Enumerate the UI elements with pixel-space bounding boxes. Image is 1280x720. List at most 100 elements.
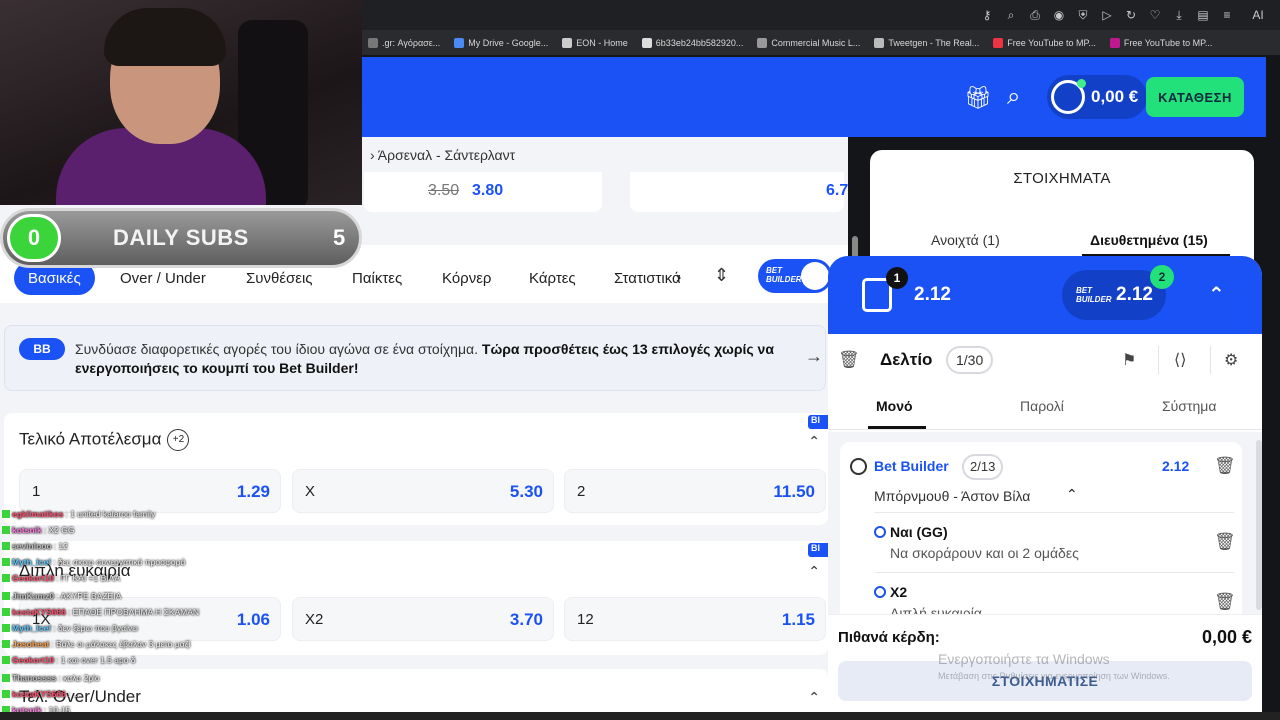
tab-settled-bets[interactable]: Διευθετημένα (15) (1090, 232, 1208, 248)
chat-user: Thanossss (12, 673, 57, 683)
scrollbar[interactable] (1256, 440, 1262, 610)
trash-icon[interactable]: 🗑︎ (1214, 456, 1236, 476)
place-bet-button[interactable]: ΣΤΟΙΧΗΜΑΤΙΣΕ (838, 661, 1252, 701)
chat-text: : δες σκοιρ συνεργατικά προσφορά (53, 557, 186, 567)
bookmark-item[interactable]: .gr: Αγόρασε... (368, 37, 440, 48)
badge-icon (2, 574, 10, 582)
subs-label: DAILY SUBS (113, 225, 249, 250)
ai-button[interactable]: AI (1244, 8, 1272, 22)
chat-message: JimKamz0: ΑΚΥΡΕ ΒΑΖΕΙΑ (2, 590, 121, 602)
deposit-button[interactable]: ΚΑΤΑΘΕΣΗ (1146, 77, 1244, 117)
outcome-odd: 3.70 (509, 610, 543, 629)
odd-button[interactable]: 2 11.50 (564, 469, 826, 513)
user-icon (1051, 79, 1086, 114)
chat-message: Myth_Ice!: δες σκοιρ συνεργατικά προσφορ… (2, 556, 185, 568)
badge-icon (2, 674, 10, 682)
bet-builder-toggle[interactable]: BET BUILDER (758, 259, 832, 293)
trash-icon[interactable]: 🗑︎ (1214, 532, 1236, 552)
bookmark-item[interactable]: My Drive - Google... (454, 37, 548, 48)
subs-current: 0 (7, 214, 61, 262)
bets-title: ΣΤΟΙΧΗΜΑΤΑ (1013, 170, 1111, 187)
badge-icon (2, 656, 10, 664)
bookmark-item[interactable]: Free YouTube to MP... (993, 37, 1096, 48)
share-icon[interactable]: ⟨⟩ (1174, 350, 1186, 370)
shield-icon[interactable]: ⛨ (1076, 8, 1090, 23)
bookmark-icon (562, 37, 573, 48)
odds-card[interactable]: 3.50 3.80 (364, 172, 602, 212)
tab-open-bets[interactable]: Ανοιχτά (1) (931, 232, 1000, 248)
badge-icon (2, 510, 10, 518)
bookmark-item[interactable]: EON - Home (562, 37, 628, 48)
chat-text: : καλα 2plo (58, 673, 100, 683)
betslip-selections: Bet Builder 2/13 2.12 🗑︎ Μπόρνμουθ - Άστ… (828, 432, 1262, 642)
tab-stats[interactable]: Στατιστικά (614, 261, 684, 295)
collapse-icon[interactable]: ⇕ (714, 265, 729, 286)
more-badge[interactable]: +2 (167, 429, 190, 451)
gear-icon[interactable]: ⚙ (1224, 350, 1238, 370)
bookmark-icon (993, 37, 1004, 48)
chevron-up-icon[interactable]: ⌃ (808, 433, 820, 450)
trash-icon[interactable]: 🗑︎ (1214, 592, 1236, 612)
trash-icon[interactable]: 🗑︎ (838, 350, 860, 370)
badge-icon (2, 526, 10, 534)
download-icon[interactable]: ⤓ (1172, 8, 1186, 23)
key-icon[interactable]: ⚷ (980, 8, 994, 22)
settings-icon[interactable]: ≡ (1220, 8, 1234, 22)
browser-toolbar: ⚷ ⌕ ⎙ ◉ ⛨ ▷ ↻ ♡ ⤓ ▤ ≡ AI (362, 0, 1280, 30)
heart-icon[interactable]: ♡ (1148, 8, 1162, 22)
tab-single[interactable]: Μονό (876, 398, 913, 414)
chat-message: Myth_Ice!: δεν ξέρω που βγαίνει (2, 622, 138, 634)
leg-description: Να σκοράρουν και οι 2 ομάδες (890, 545, 1079, 561)
account-button[interactable]: 0,00 € (1047, 75, 1147, 119)
file-icon (641, 37, 652, 48)
betslip-header[interactable]: 1 2.12 BET BUILDER 2.12 2 ⌃ (828, 256, 1262, 334)
bookmark-item[interactable]: 6b33eb24bb582920... (641, 37, 743, 48)
play-icon[interactable]: ▷ (1100, 8, 1114, 22)
tab-accumulator[interactable]: Παρολί (1020, 398, 1064, 414)
screenshot-icon[interactable]: ⎙ (1028, 8, 1042, 23)
chevron-right-icon[interactable]: › (676, 269, 681, 287)
selection-card: Bet Builder 2/13 2.12 🗑︎ Μπόρνμουθ - Άστ… (840, 442, 1242, 642)
tab-cards[interactable]: Κάρτες (529, 261, 576, 295)
history-icon[interactable]: ↻ (1124, 8, 1138, 22)
potential-winnings-label: Πιθανά κέρδη: (838, 629, 940, 646)
odd-button[interactable]: 1 1.29 (19, 469, 281, 513)
breadcrumb[interactable]: › Άρσεναλ - Σάντερλαντ (370, 147, 515, 163)
chevron-up-icon[interactable]: ⌃ (808, 689, 820, 706)
tab-corners[interactable]: Κόρνερ (442, 261, 491, 295)
chat-user: sevinlooo (12, 541, 52, 551)
zoom-icon[interactable]: ⌕ (1004, 8, 1018, 23)
selection-match: Μπόρνμουθ - Άστον Βίλα (874, 488, 1031, 504)
tab-players[interactable]: Παίκτες (352, 261, 402, 295)
betslip: 1 2.12 BET BUILDER 2.12 2 ⌃ 🗑︎ Δελτίο 1/… (828, 256, 1262, 720)
chevron-up-icon[interactable]: ⌃ (808, 563, 820, 580)
site-header: 🎁︎ ⌕ 0,00 € ΚΑΤΑΘΕΣΗ (362, 57, 1266, 137)
gift-icon[interactable]: 🎁︎ (964, 85, 992, 111)
bookmark-item[interactable]: Commercial Music L... (757, 37, 861, 48)
chat-user: kotsnik (12, 525, 42, 535)
odd-button[interactable]: 12 1.15 (564, 597, 826, 641)
search-icon[interactable]: ⌕ (1007, 83, 1020, 111)
divider (1210, 346, 1211, 374)
bookmark-icon[interactable]: ⚑ (1122, 350, 1136, 370)
odd-button[interactable]: X2 3.70 (292, 597, 554, 641)
bookmark-item[interactable]: Free YouTube to MP... (1109, 37, 1212, 48)
bet-builder-banner[interactable]: BB Συνδύασε διαφορετικές αγορές του ίδιο… (4, 325, 826, 391)
market-title[interactable]: Τελικό Αποτέλεσμα +2 (19, 429, 190, 451)
leg-dot (874, 586, 886, 598)
bookmark-item[interactable]: Tweetgen - The Real... (874, 37, 979, 48)
camera-icon[interactable]: ◉ (1052, 8, 1066, 22)
bb-banner-text: Συνδύασε διαφορετικές αγορές του ίδιου α… (75, 340, 783, 378)
chat-text: : X2 GG (43, 525, 75, 535)
tab-system[interactable]: Σύστημα (1162, 398, 1216, 414)
chat-message: egklimatikos: 1 united kalaroo family (2, 508, 155, 520)
odds-card[interactable]: 6.7 (630, 172, 848, 212)
chevron-up-icon[interactable]: ⌃ (1066, 486, 1078, 503)
odd-button[interactable]: X 5.30 (292, 469, 554, 513)
chevron-up-icon[interactable]: ⌃ (1208, 282, 1225, 307)
arrow-right-icon[interactable]: → (805, 346, 823, 367)
bookmark-label: Free YouTube to MP... (1007, 37, 1096, 48)
sidebar-icon[interactable]: ▤ (1196, 8, 1210, 22)
bb-logo: BET BUILDER (1076, 286, 1112, 304)
bookmark-label: Commercial Music L... (771, 37, 861, 48)
